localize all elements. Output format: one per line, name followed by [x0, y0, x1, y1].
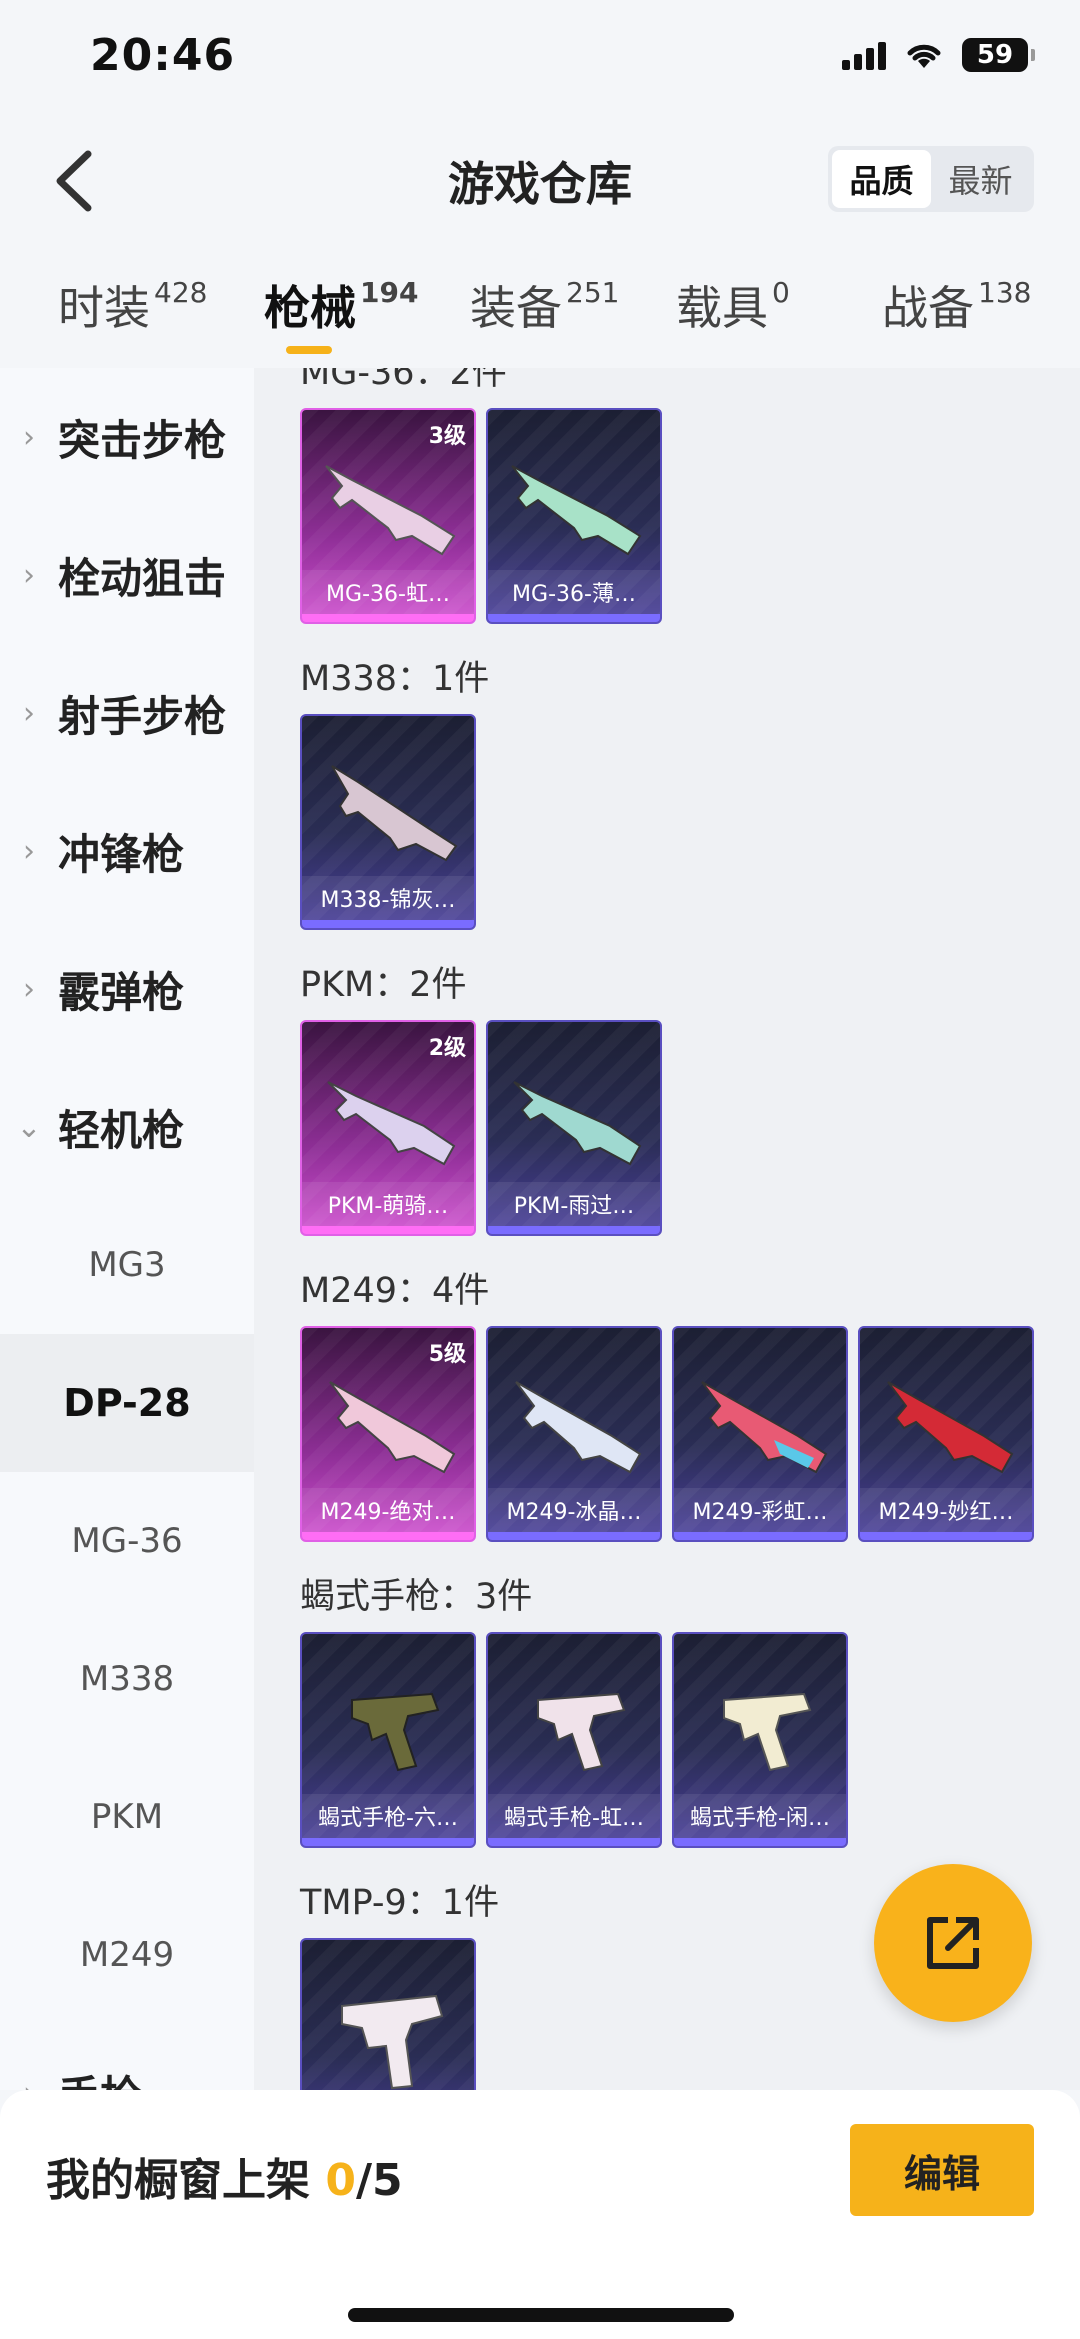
chevron-right-icon: › — [23, 971, 35, 1007]
item-card[interactable]: 2级 PKM-萌骑… — [300, 1020, 476, 1236]
item-card[interactable]: 蝎式手枪-闲… — [672, 1632, 848, 1848]
chevron-right-icon: › — [23, 557, 35, 593]
sidebar-subitem-mg36[interactable]: MG-36 — [0, 1472, 254, 1610]
item-name: 蝎式手枪-闲… — [674, 1794, 846, 1838]
gun-icon — [513, 1081, 642, 1166]
status-time: 20:46 — [90, 30, 236, 81]
item-name: M249-绝对… — [302, 1488, 474, 1532]
item-card[interactable]: 3级 MG-36-虹… — [300, 408, 476, 624]
sidebar-subitem-pkm[interactable]: PKM — [0, 1748, 254, 1886]
sort-quality-button[interactable]: 品质 — [832, 150, 931, 208]
signal-icon — [842, 40, 886, 70]
tab-supplies[interactable]: 战备 138 — [882, 272, 1031, 338]
tab-vehicles[interactable]: 载具 0 — [676, 272, 790, 338]
item-name: M249-冰晶… — [488, 1488, 660, 1532]
gun-icon — [511, 465, 642, 556]
sort-newest-button[interactable]: 最新 — [931, 150, 1030, 208]
item-grid: MG-36：2件 3级 MG-36-虹… MG-36-薄… M338：1件 M3… — [254, 368, 1080, 2090]
chevron-right-icon: › — [23, 419, 35, 455]
share-fab-button[interactable] — [874, 1864, 1032, 2022]
sidebar: › 突击步枪 › 栓动狙击 › 射手步枪 › 冲锋枪 › 霰弹枪 ⌄ 轻机枪 MG3 DP-… — [0, 368, 254, 2090]
gun-icon — [515, 1381, 642, 1474]
external-link-icon — [927, 1917, 979, 1969]
chevron-right-icon: › — [23, 695, 35, 731]
group-title: M249：4件 — [300, 1271, 490, 1311]
sidebar-item-pistol[interactable]: ›手枪 — [0, 2024, 254, 2091]
item-card[interactable]: 蝎式手枪-虹… — [486, 1632, 662, 1848]
item-name: 蝎式手枪-虹… — [488, 1794, 660, 1838]
wifi-icon — [907, 44, 941, 68]
item-card[interactable]: M249-冰晶… — [486, 1326, 662, 1542]
status-icons: 59 — [842, 38, 1035, 72]
sidebar-subitem-m338[interactable]: M338 — [0, 1610, 254, 1748]
sort-toggle[interactable]: 品质 最新 — [828, 146, 1034, 212]
group-title: M338：1件 — [300, 659, 490, 699]
level-badge: 2级 — [428, 1036, 466, 1061]
item-name: M249-妙红… — [860, 1488, 1032, 1532]
chevron-right-icon: › — [23, 833, 35, 869]
tab-count: 194 — [360, 276, 419, 309]
gun-icon — [723, 1692, 812, 1772]
active-tab-indicator — [286, 346, 332, 354]
header: 游戏仓库 品质 最新 — [0, 120, 1080, 240]
item-name: M249-彩虹… — [674, 1488, 846, 1532]
item-name: 蝎式手枪-六… — [302, 1794, 474, 1838]
group-title: MG-36：2件 — [300, 368, 507, 393]
group-title: 蝎式手枪：3件 — [300, 1577, 533, 1617]
item-card[interactable]: MG-36-薄… — [486, 408, 662, 624]
group-title: TMP-9：1件 — [300, 1883, 500, 1923]
item-name: MG-36-虹… — [302, 570, 474, 614]
tab-count: 251 — [566, 276, 620, 309]
sidebar-item-dmr[interactable]: › 射手步枪 — [0, 644, 254, 782]
group-title: PKM：2件 — [300, 965, 467, 1005]
tab-guns[interactable]: 枪械 194 — [264, 272, 418, 338]
status-bar: 20:46 59 — [0, 0, 1080, 120]
chevron-right-icon: › — [0, 2076, 58, 2091]
item-name: MG-36-薄… — [488, 570, 660, 614]
tab-count: 428 — [154, 276, 208, 309]
sidebar-subitem-dp28[interactable]: DP-28 — [0, 1334, 254, 1472]
battery-icon: 59 — [962, 38, 1035, 72]
item-card[interactable]: M249-妙红… — [858, 1326, 1034, 1542]
item-card[interactable]: PKM-雨过… — [486, 1020, 662, 1236]
item-card[interactable] — [300, 1938, 476, 2090]
tab-count: 0 — [772, 276, 790, 309]
level-badge: 5级 — [428, 1342, 466, 1367]
edit-button[interactable]: 编辑 — [850, 2124, 1034, 2216]
sidebar-item-shotgun[interactable]: › 霰弹枪 — [0, 920, 254, 1058]
gun-icon — [341, 1994, 444, 2090]
item-name: PKM-雨过… — [488, 1182, 660, 1226]
tab-count: 138 — [978, 276, 1032, 309]
gun-icon — [329, 1381, 456, 1474]
gun-icon — [327, 1081, 456, 1166]
tab-equipment[interactable]: 装备 251 — [470, 272, 619, 338]
item-card[interactable]: 蝎式手枪-六… — [300, 1632, 476, 1848]
sidebar-subitem-mg3[interactable]: MG3 — [0, 1196, 254, 1334]
chevron-down-icon: ⌄ — [16, 1109, 42, 1145]
gun-icon — [325, 465, 456, 556]
item-card[interactable]: 5级 M249-绝对… — [300, 1326, 476, 1542]
sidebar-item-smg[interactable]: › 冲锋枪 — [0, 782, 254, 920]
item-name: PKM-萌骑… — [302, 1182, 474, 1226]
showcase-count: 0 — [325, 2155, 356, 2206]
item-card[interactable]: M249-彩虹… — [672, 1326, 848, 1542]
gun-icon — [351, 1692, 440, 1772]
sidebar-subitem-m249[interactable]: M249 — [0, 1886, 254, 2024]
sidebar-item-lmg[interactable]: ⌄ 轻机枪 — [0, 1058, 254, 1196]
item-name: M338-锦灰… — [302, 876, 474, 920]
showcase-status: 我的橱窗上架 0/5 — [46, 2155, 403, 2206]
sidebar-item-bolt-sniper[interactable]: › 栓动狙击 — [0, 506, 254, 644]
gun-icon — [537, 1692, 626, 1772]
tab-fashion[interactable]: 时装 428 — [58, 272, 207, 338]
category-tabs: 时装 428 枪械 194 装备 251 载具 0 战备 138 — [0, 250, 1080, 368]
level-badge: 3级 — [428, 424, 466, 449]
gun-icon — [887, 1381, 1014, 1474]
sidebar-item-assault-rifle[interactable]: › 突击步枪 — [0, 368, 254, 506]
home-indicator — [348, 2308, 734, 2322]
gun-icon — [701, 1381, 828, 1474]
showcase-bar: 我的橱窗上架 0/5 编辑 — [0, 2090, 1080, 2339]
gun-icon — [331, 765, 458, 862]
item-card[interactable]: M338-锦灰… — [300, 714, 476, 930]
